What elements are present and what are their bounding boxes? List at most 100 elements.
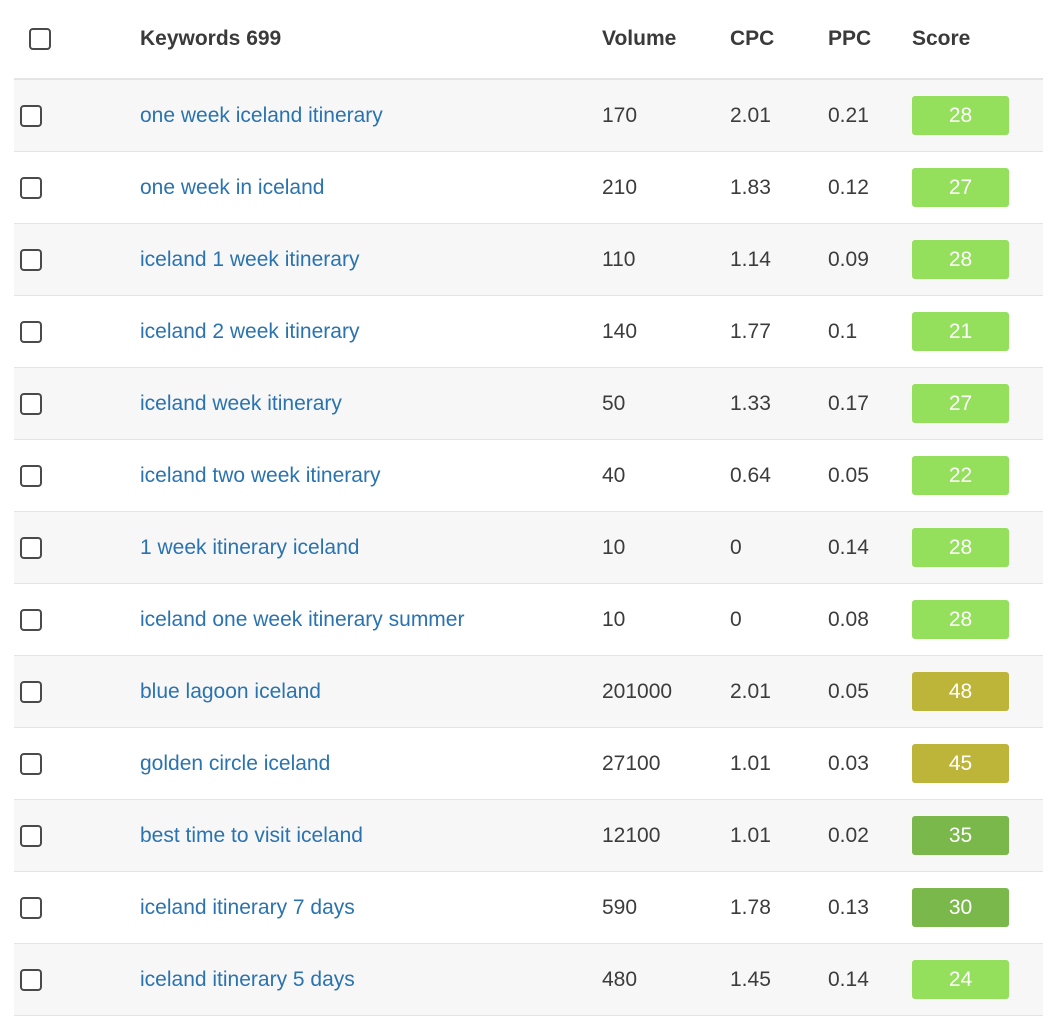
ppc-cell: 0.05 bbox=[828, 679, 869, 703]
ppc-cell: 0.02 bbox=[828, 823, 869, 847]
row-checkbox[interactable] bbox=[20, 608, 42, 631]
ppc-cell: 0.14 bbox=[828, 535, 869, 559]
table-row: iceland week itinerary 50 1.33 0.17 27 bbox=[14, 368, 1043, 440]
row-checkbox[interactable] bbox=[20, 896, 42, 919]
ppc-cell: 0.14 bbox=[828, 967, 869, 991]
table-row: iceland one week itinerary summer 10 0 0.08… bbox=[14, 584, 1043, 656]
score-cell: 48 bbox=[912, 672, 1043, 711]
ppc-cell: 0.17 bbox=[828, 391, 869, 415]
keyword-cell: one week in iceland bbox=[140, 176, 602, 200]
score-cell: 30 bbox=[912, 888, 1043, 927]
row-checkbox[interactable] bbox=[20, 968, 42, 991]
volume-cell: 140 bbox=[602, 319, 638, 343]
row-checkbox[interactable] bbox=[20, 104, 42, 127]
row-checkbox[interactable] bbox=[20, 392, 42, 415]
keyword-cell: one week iceland itinerary bbox=[140, 104, 602, 128]
row-checkbox[interactable] bbox=[20, 320, 42, 343]
keyword-cell: iceland 2 week itinerary bbox=[140, 320, 602, 344]
table-header: Keywords 699 Volume CPC PPC Score bbox=[14, 0, 1043, 80]
row-checkbox-cell bbox=[14, 392, 140, 415]
ppc-cell: 0.21 bbox=[828, 103, 869, 127]
volume-cell: 10 bbox=[602, 535, 626, 559]
row-checkbox-cell bbox=[14, 752, 140, 775]
keyword-cell: iceland 1 week itinerary bbox=[140, 248, 602, 272]
cpc-cell: 2.01 bbox=[730, 679, 771, 703]
score-cell: 28 bbox=[912, 240, 1043, 279]
row-checkbox-cell bbox=[14, 248, 140, 271]
row-checkbox-cell bbox=[14, 104, 140, 127]
table-row: iceland itinerary 7 days 590 1.78 0.13 30 bbox=[14, 872, 1043, 944]
keyword-link[interactable]: golden circle iceland bbox=[140, 752, 330, 775]
table-row: one week iceland itinerary 170 2.01 0.21 28 bbox=[14, 80, 1043, 152]
score-badge: 28 bbox=[912, 528, 1009, 567]
score-badge: 35 bbox=[912, 816, 1009, 855]
row-checkbox[interactable] bbox=[20, 176, 42, 199]
ppc-cell: 0.03 bbox=[828, 751, 869, 775]
table-row: 1 week itinerary iceland 10 0 0.14 28 bbox=[14, 512, 1043, 584]
table-row: iceland two week itinerary 40 0.64 0.05 22 bbox=[14, 440, 1043, 512]
score-badge: 21 bbox=[912, 312, 1009, 351]
cpc-column-header[interactable]: CPC bbox=[730, 27, 828, 51]
table-row: best time to visit iceland 12100 1.01 0.02 3… bbox=[14, 800, 1043, 872]
score-badge: 45 bbox=[912, 744, 1009, 783]
row-checkbox[interactable] bbox=[20, 752, 42, 775]
cpc-cell: 1.14 bbox=[730, 247, 771, 271]
ppc-cell: 0.13 bbox=[828, 895, 869, 919]
keyword-link[interactable]: iceland one week itinerary summer bbox=[140, 608, 464, 631]
select-all-checkbox[interactable] bbox=[29, 28, 51, 50]
row-checkbox[interactable] bbox=[20, 536, 42, 559]
header-checkbox-cell bbox=[14, 28, 140, 50]
volume-cell: 480 bbox=[602, 967, 638, 991]
row-checkbox-cell bbox=[14, 608, 140, 631]
cpc-cell: 1.83 bbox=[730, 175, 771, 199]
cpc-cell: 1.45 bbox=[730, 967, 771, 991]
keyword-link[interactable]: 1 week itinerary iceland bbox=[140, 536, 359, 559]
score-column-header[interactable]: Score bbox=[912, 27, 1043, 51]
keyword-link[interactable]: one week in iceland bbox=[140, 176, 324, 199]
keyword-link[interactable]: best time to visit iceland bbox=[140, 824, 363, 847]
row-checkbox-cell bbox=[14, 320, 140, 343]
row-checkbox[interactable] bbox=[20, 824, 42, 847]
keywords-table: Keywords 699 Volume CPC PPC Score one we… bbox=[14, 0, 1043, 1016]
volume-column-header[interactable]: Volume bbox=[602, 27, 730, 51]
score-badge: 28 bbox=[912, 240, 1009, 279]
keyword-link[interactable]: iceland itinerary 7 days bbox=[140, 896, 355, 919]
keywords-column-header[interactable]: Keywords 699 bbox=[140, 27, 602, 51]
keyword-link[interactable]: iceland 1 week itinerary bbox=[140, 248, 359, 271]
table-row: iceland 1 week itinerary 110 1.14 0.09 28 bbox=[14, 224, 1043, 296]
score-badge: 30 bbox=[912, 888, 1009, 927]
keyword-cell: best time to visit iceland bbox=[140, 824, 602, 848]
keyword-link[interactable]: iceland itinerary 5 days bbox=[140, 968, 355, 991]
keyword-link[interactable]: blue lagoon iceland bbox=[140, 680, 321, 703]
keyword-cell: iceland itinerary 7 days bbox=[140, 896, 602, 920]
cpc-cell: 1.01 bbox=[730, 751, 771, 775]
score-cell: 22 bbox=[912, 456, 1043, 495]
score-cell: 28 bbox=[912, 96, 1043, 135]
row-checkbox-cell bbox=[14, 680, 140, 703]
keyword-link[interactable]: iceland week itinerary bbox=[140, 392, 342, 415]
volume-cell: 12100 bbox=[602, 823, 661, 847]
cpc-cell: 2.01 bbox=[730, 103, 771, 127]
table-row: golden circle iceland 27100 1.01 0.03 45 bbox=[14, 728, 1043, 800]
keyword-link[interactable]: one week iceland itinerary bbox=[140, 104, 383, 127]
row-checkbox[interactable] bbox=[20, 464, 42, 487]
row-checkbox-cell bbox=[14, 896, 140, 919]
row-checkbox-cell bbox=[14, 176, 140, 199]
ppc-column-header[interactable]: PPC bbox=[828, 27, 912, 51]
keyword-cell: iceland one week itinerary summer bbox=[140, 608, 602, 632]
keyword-link[interactable]: iceland 2 week itinerary bbox=[140, 320, 359, 343]
keyword-link[interactable]: iceland two week itinerary bbox=[140, 464, 380, 487]
cpc-cell: 1.01 bbox=[730, 823, 771, 847]
row-checkbox[interactable] bbox=[20, 248, 42, 271]
cpc-cell: 0.64 bbox=[730, 463, 771, 487]
volume-cell: 10 bbox=[602, 607, 626, 631]
table-row: one week in iceland 210 1.83 0.12 27 bbox=[14, 152, 1043, 224]
keyword-cell: iceland two week itinerary bbox=[140, 464, 602, 488]
row-checkbox[interactable] bbox=[20, 680, 42, 703]
cpc-cell: 0 bbox=[730, 535, 742, 559]
table-row: iceland 2 week itinerary 140 1.77 0.1 21 bbox=[14, 296, 1043, 368]
score-cell: 24 bbox=[912, 960, 1043, 999]
ppc-cell: 0.09 bbox=[828, 247, 869, 271]
score-badge: 27 bbox=[912, 168, 1009, 207]
row-checkbox-cell bbox=[14, 536, 140, 559]
